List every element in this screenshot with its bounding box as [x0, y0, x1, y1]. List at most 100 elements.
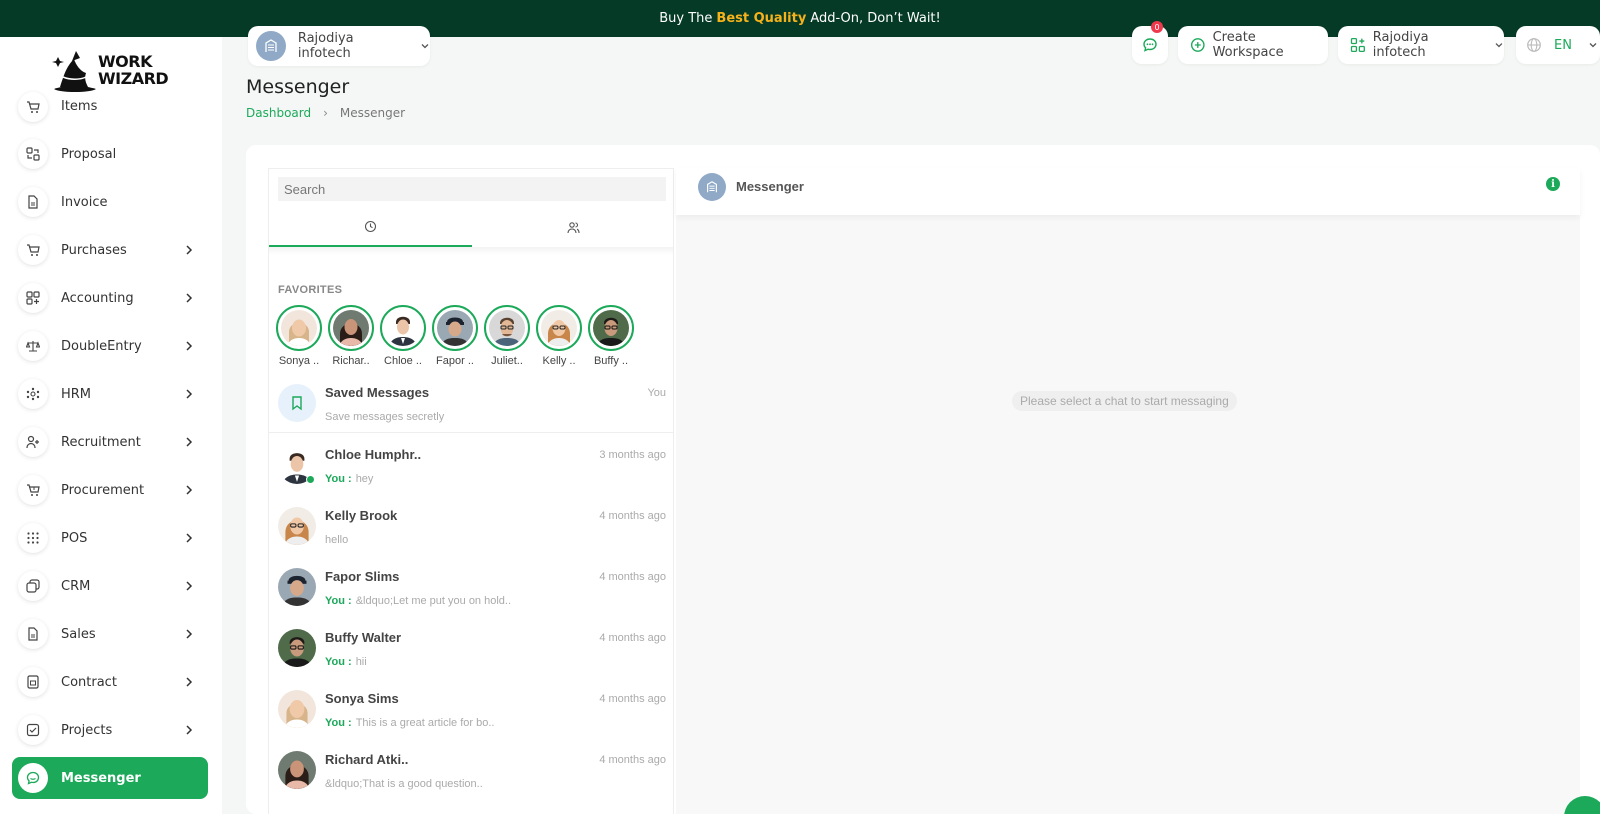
check-square-icon [18, 715, 48, 745]
logo-line-2: WIZARD [98, 69, 169, 88]
sidebar-item-label: Sales [61, 626, 96, 642]
conversation-time: 4 months ago [599, 754, 666, 766]
chevron-right-icon [186, 725, 193, 735]
sidebar-item-hrm[interactable]: HRM [12, 373, 208, 415]
sidebar-item-pos[interactable]: POS [12, 517, 208, 559]
tab-recent[interactable] [269, 207, 472, 247]
preview-text: hello [325, 534, 349, 546]
language-selector[interactable]: EN [1516, 26, 1600, 64]
favorite-contact[interactable]: Richar.. [327, 305, 375, 367]
bookmark-icon [278, 384, 316, 422]
scale-icon [18, 331, 48, 361]
file-icon [18, 187, 48, 217]
avatar [281, 310, 317, 346]
favorite-contact[interactable]: Chloe .. [379, 305, 427, 367]
conversation-time: You [647, 387, 666, 399]
conversation-time: 3 months ago [599, 449, 666, 461]
company-switcher[interactable]: Rajodiya infotech [1338, 26, 1504, 64]
sidebar-item-messenger[interactable]: Messenger [12, 757, 208, 799]
conversation-item[interactable]: Fapor Slims 4 months ago You : &ldquo;Let… [269, 557, 673, 618]
breadcrumb-current: Messenger [339, 106, 406, 120]
conversation-preview: hello [325, 534, 348, 546]
sidebar-item-accounting[interactable]: Accounting [12, 277, 208, 319]
layers-icon [18, 571, 48, 601]
avatar [333, 310, 369, 346]
conversation-preview: Save messages secretly [325, 411, 445, 423]
sidebar-item-doubleentry[interactable]: DoubleEntry [12, 325, 208, 367]
favorite-contact[interactable]: Kelly .. [535, 305, 583, 367]
sidebar-item-proposal[interactable]: Proposal [12, 133, 208, 175]
sidebar-item-items[interactable]: Items [12, 89, 208, 124]
workspace-selector[interactable]: Rajodiya infotech [248, 26, 430, 66]
sidebar-item-procurement[interactable]: Procurement [12, 469, 208, 511]
avatar [541, 310, 577, 346]
sidebar-item-crm[interactable]: CRM [12, 565, 208, 607]
sidebar-item-label: Contract [61, 674, 117, 690]
breadcrumb: Dashboard › Messenger [246, 106, 405, 120]
favorite-contact[interactable]: Juliet.. [483, 305, 531, 367]
sidebar-item-purchases[interactable]: Purchases [12, 229, 208, 271]
search-input[interactable] [278, 177, 666, 201]
clock-icon [364, 220, 377, 232]
create-workspace-label: Create Workspace [1212, 30, 1284, 60]
sidebar-item-label: Invoice [61, 194, 108, 210]
sidebar-item-invoice[interactable]: Invoice [12, 181, 208, 223]
conversation-item[interactable]: Buffy Walter 4 months ago You : hii [269, 618, 673, 679]
promo-text-after: Add-On, Don’t Wait! [810, 11, 941, 26]
conversation-item[interactable]: Kelly Brook 4 months ago hello [269, 496, 673, 557]
conversation-preview: You : hey [325, 473, 373, 485]
avatar [489, 310, 525, 346]
cart-icon [18, 91, 48, 122]
sidebar-item-sales[interactable]: Sales [12, 613, 208, 655]
conversation-item[interactable]: Sonya Sims 4 months ago You : This is a g… [269, 679, 673, 740]
conversation-name: Richard Atki.. [325, 752, 409, 767]
sidebar-item-label: Projects [61, 722, 113, 738]
conversation-item[interactable]: Richard Atki.. 4 months ago &ldquo;That … [269, 740, 673, 801]
building-icon [256, 31, 286, 61]
favorite-contact[interactable]: Buffy .. [587, 305, 635, 367]
plus-circle-icon [1190, 38, 1205, 52]
saved-messages-item[interactable]: Saved Messages You Save messages secretl… [269, 373, 673, 433]
info-icon[interactable]: i [1546, 177, 1560, 191]
chat-header: Messenger i [676, 168, 1580, 215]
breadcrumb-dashboard-link[interactable]: Dashboard [246, 106, 311, 120]
you-label: You : [325, 595, 352, 607]
avatar [593, 310, 629, 346]
tab-contacts[interactable] [472, 207, 673, 247]
favorite-name: Richar.. [332, 355, 370, 367]
conversation-name: Buffy Walter [325, 630, 402, 645]
favorite-contact[interactable]: Fapor .. [431, 305, 479, 367]
sidebar-item-contract[interactable]: Contract [12, 661, 208, 703]
chat-bubble-icon [1143, 38, 1157, 52]
preview-text: &ldquo;That is a good question.. [325, 778, 483, 790]
chevron-right-icon [186, 485, 193, 495]
sidebar-item-label: HRM [61, 386, 92, 402]
chat-list-panel: FAVORITES Sonya .. Richar.. Chloe .. Fap… [268, 168, 674, 814]
avatar [437, 310, 473, 346]
conversation-item[interactable]: Chloe Humphr.. 3 months ago You : hey [269, 435, 673, 496]
sidebar-item-label: Purchases [61, 242, 127, 258]
proposal-icon [18, 139, 48, 169]
hrm-icon [18, 379, 48, 409]
sidebar-item-label: Accounting [61, 290, 134, 306]
contract-icon [18, 667, 48, 697]
conversation-name: Kelly Brook [325, 508, 398, 523]
messages-button[interactable]: 0 [1132, 21, 1168, 64]
sidebar-item-recruitment[interactable]: Recruitment [12, 421, 208, 463]
chat-icon [18, 763, 48, 793]
sidebar-item-label: CRM [61, 578, 91, 594]
chevron-down-icon [1495, 43, 1503, 48]
sidebar-item-projects[interactable]: Projects [12, 709, 208, 751]
favorite-name: Sonya .. [278, 355, 320, 367]
sidebar: WORK WIZARD Items Proposal Invoice Purch… [0, 37, 222, 814]
favorite-contact[interactable]: Sonya .. [275, 305, 323, 367]
preview-text: hey [355, 473, 374, 485]
sidebar-item-label: Procurement [61, 482, 145, 498]
conversation-preview: You : This is a great article for bo.. [325, 717, 494, 729]
chevron-right-icon [186, 581, 193, 591]
sidebar-item-label: DoubleEntry [61, 338, 142, 354]
logo-line-1: WORK [98, 52, 152, 71]
create-workspace-button[interactable]: Create Workspace [1178, 26, 1328, 64]
chevron-right-icon [186, 437, 193, 447]
avatar [385, 310, 421, 346]
